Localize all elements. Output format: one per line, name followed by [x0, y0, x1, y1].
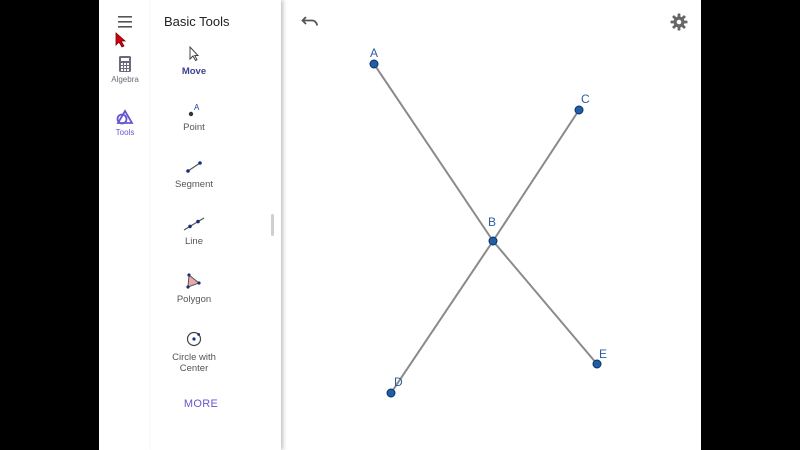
point-D[interactable]: [386, 388, 396, 398]
point-icon: A: [188, 103, 200, 117]
segments-layer: [373, 63, 598, 394]
tool-line[interactable]: Line: [151, 216, 237, 247]
tools-label: Tools: [115, 128, 135, 137]
side-rail: Algebra Tools: [99, 0, 152, 450]
geogebra-app: Algebra Tools Basic Tools Move A Point S…: [99, 0, 701, 450]
shapes-tools-icon: [116, 109, 134, 125]
points-layer: A B C D E: [369, 46, 607, 398]
hamburger-menu-icon[interactable]: [116, 14, 134, 30]
undo-button[interactable]: [301, 14, 319, 33]
undo-icon: [301, 16, 318, 26]
gear-icon: [670, 13, 688, 31]
segment-CB[interactable]: [492, 109, 580, 242]
tool-polygon-label: Polygon: [176, 294, 212, 305]
settings-button[interactable]: [670, 13, 688, 36]
move-cursor-icon: [189, 46, 200, 62]
tool-move[interactable]: Move: [151, 46, 237, 77]
tool-circle-label-line1: Circle with: [172, 352, 216, 363]
tool-line-label: Line: [185, 236, 203, 247]
tool-move-label: Move: [181, 66, 207, 77]
line-icon: [183, 217, 205, 231]
point-A[interactable]: [369, 59, 379, 69]
tool-segment-label: Segment: [174, 179, 214, 190]
algebra-label: Algebra: [111, 75, 139, 84]
point-C[interactable]: [574, 105, 584, 115]
calculator-icon: [119, 56, 131, 72]
tool-point-label: Point: [183, 122, 205, 133]
segment-AB[interactable]: [373, 63, 494, 242]
more-tools-button[interactable]: MORE: [171, 398, 231, 410]
segment-BD[interactable]: [390, 240, 494, 394]
graphics-view[interactable]: A B C D E: [281, 0, 701, 450]
point-label-B: B: [488, 215, 496, 229]
point-icon-letter: A: [194, 103, 200, 112]
point-label-E: E: [599, 347, 607, 361]
polygon-icon: [186, 273, 201, 289]
point-label-D: D: [394, 375, 403, 389]
segment-BE[interactable]: [492, 240, 598, 365]
tool-segment[interactable]: Segment: [151, 159, 237, 190]
mouse-pointer-icon: [115, 32, 127, 48]
point-E[interactable]: [592, 359, 602, 369]
algebra-button[interactable]: Algebra: [99, 55, 151, 84]
tool-point[interactable]: A Point: [151, 102, 237, 133]
tool-circle-with-center[interactable]: Circle with Center: [151, 330, 237, 374]
tools-panel-title: Basic Tools: [164, 14, 230, 29]
tool-circle-label-line2: Center: [179, 363, 209, 374]
tools-button[interactable]: Tools: [99, 109, 151, 137]
point-label-A: A: [370, 46, 378, 60]
segment-icon: [186, 161, 202, 173]
tools-panel: Basic Tools Move A Point Segment Line Po…: [151, 0, 281, 450]
tools-panel-scrollbar[interactable]: [271, 214, 274, 236]
circle-with-center-icon: [186, 331, 202, 347]
point-B[interactable]: [488, 236, 498, 246]
point-label-C: C: [581, 92, 590, 106]
tool-polygon[interactable]: Polygon: [151, 272, 237, 305]
